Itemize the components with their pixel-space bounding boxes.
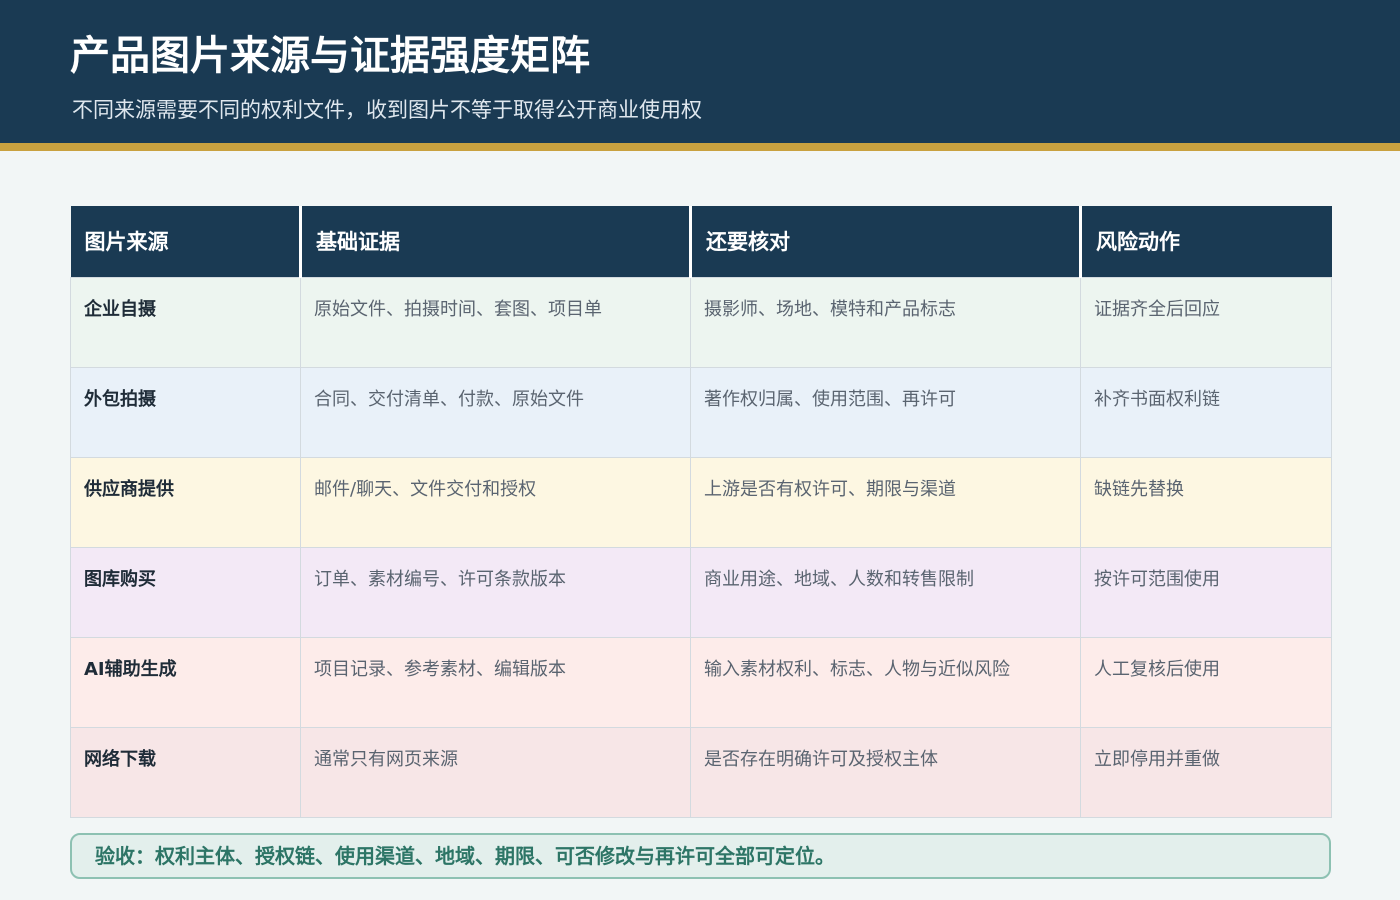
- cell-to-verify: 摄影师、场地、模特和产品标志: [690, 276, 1081, 368]
- cell-source: AI辅助生成: [70, 636, 301, 728]
- cell-to-verify: 著作权归属、使用范围、再许可: [690, 366, 1081, 458]
- cell-risk-action: 补齐书面权利链: [1080, 366, 1332, 458]
- cell-basic-evidence: 邮件/聊天、文件交付和授权: [300, 456, 691, 548]
- cell-risk-action: 缺链先替换: [1080, 456, 1332, 548]
- cell-risk-action: 证据齐全后回应: [1080, 276, 1332, 368]
- column-header-risk-action: 风险动作: [1079, 206, 1332, 277]
- cell-to-verify: 是否存在明确许可及授权主体: [690, 726, 1081, 818]
- page-title: 产品图片来源与证据强度矩阵: [70, 33, 590, 79]
- table-row: 供应商提供 邮件/聊天、文件交付和授权 上游是否有权许可、期限与渠道 缺链先替换: [70, 456, 1332, 548]
- column-header-basic-evidence: 基础证据: [299, 206, 691, 277]
- table-row: 图库购买 订单、素材编号、许可条款版本 商业用途、地域、人数和转售限制 按许可范…: [70, 546, 1332, 638]
- cell-basic-evidence: 订单、素材编号、许可条款版本: [300, 546, 691, 638]
- cell-basic-evidence: 通常只有网页来源: [300, 726, 691, 818]
- table-row: 企业自摄 原始文件、拍摄时间、套图、项目单 摄影师、场地、模特和产品标志 证据齐…: [70, 276, 1332, 368]
- table-row: 外包拍摄 合同、交付清单、付款、原始文件 著作权归属、使用范围、再许可 补齐书面…: [70, 366, 1332, 458]
- column-header-source: 图片来源: [70, 206, 301, 277]
- cell-basic-evidence: 合同、交付清单、付款、原始文件: [300, 366, 691, 458]
- cell-source: 供应商提供: [70, 456, 301, 548]
- cell-to-verify: 输入素材权利、标志、人物与近似风险: [690, 636, 1081, 728]
- cell-risk-action: 人工复核后使用: [1080, 636, 1332, 728]
- cell-source: 外包拍摄: [70, 366, 301, 458]
- cell-source: 企业自摄: [70, 276, 301, 368]
- table-header-row: 图片来源 基础证据 还要核对 风险动作: [70, 206, 1332, 277]
- cell-risk-action: 按许可范围使用: [1080, 546, 1332, 638]
- cell-to-verify: 上游是否有权许可、期限与渠道: [690, 456, 1081, 548]
- column-header-to-verify: 还要核对: [689, 206, 1081, 277]
- cell-source: 图库购买: [70, 546, 301, 638]
- acceptance-note: 验收：权利主体、授权链、使用渠道、地域、期限、可否修改与再许可全部可定位。: [70, 833, 1331, 879]
- cell-risk-action: 立即停用并重做: [1080, 726, 1332, 818]
- header-accent-stripe: [0, 143, 1400, 151]
- page-header: 产品图片来源与证据强度矩阵 不同来源需要不同的权利文件，收到图片不等于取得公开商…: [0, 0, 1400, 143]
- page-subtitle: 不同来源需要不同的权利文件，收到图片不等于取得公开商业使用权: [72, 98, 702, 122]
- table-row: 网络下载 通常只有网页来源 是否存在明确许可及授权主体 立即停用并重做: [70, 726, 1332, 818]
- cell-source: 网络下载: [70, 726, 301, 818]
- evidence-matrix-table: 图片来源 基础证据 还要核对 风险动作 企业自摄 原始文件、拍摄时间、套图、项目…: [70, 206, 1332, 818]
- cell-to-verify: 商业用途、地域、人数和转售限制: [690, 546, 1081, 638]
- cell-basic-evidence: 项目记录、参考素材、编辑版本: [300, 636, 691, 728]
- cell-basic-evidence: 原始文件、拍摄时间、套图、项目单: [300, 276, 691, 368]
- table-row: AI辅助生成 项目记录、参考素材、编辑版本 输入素材权利、标志、人物与近似风险 …: [70, 636, 1332, 728]
